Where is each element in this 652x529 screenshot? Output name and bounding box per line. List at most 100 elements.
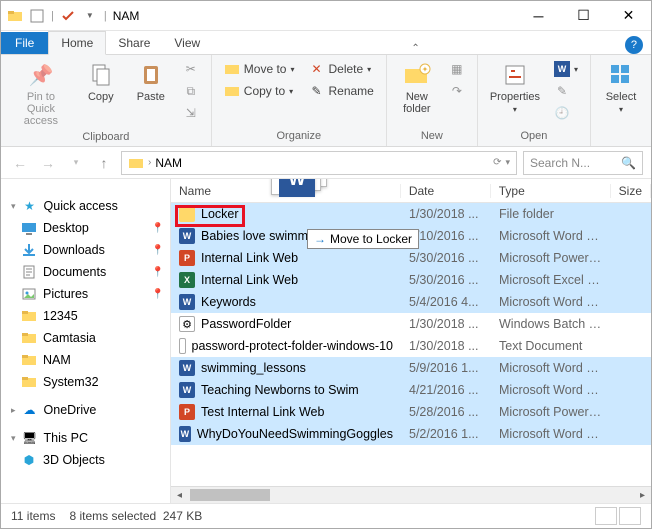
horizontal-scrollbar[interactable]: ◂ ▸ [171, 486, 651, 503]
delete-button[interactable]: ✕Delete▾ [304, 59, 377, 79]
label: New folder [403, 91, 431, 115]
maximize-button[interactable]: ☐ [561, 1, 606, 31]
qat-check[interactable] [60, 8, 76, 24]
easy-access-button[interactable]: ↷ [445, 81, 469, 101]
refresh-icon[interactable]: ⟳ [493, 157, 501, 168]
file-name: Internal Link Web [201, 251, 298, 265]
table-row[interactable]: WKeywords 5/4/2016 4... Microsoft Word D… [171, 291, 651, 313]
table-row[interactable]: XInternal Link Web 5/30/2016 ... Microso… [171, 269, 651, 291]
title-bar: | ▼ | NAM ─ ☐ ✕ [1, 1, 651, 31]
folder-icon [21, 330, 37, 346]
col-size[interactable]: Size [611, 184, 651, 198]
scroll-right-button[interactable]: ▸ [634, 487, 651, 503]
label: Rename [328, 84, 373, 98]
move-to-button[interactable]: Move to▾ [220, 59, 299, 79]
table-row[interactable]: WWhyDoYouNeedSwimmingGoggles 5/2/2016 1.… [171, 423, 651, 445]
table-row[interactable]: WTeaching Newborns to Swim 4/21/2016 ...… [171, 379, 651, 401]
cell-type: File folder [491, 207, 611, 221]
pin-icon: 📍 [152, 289, 164, 300]
cut-button[interactable]: ✂ [179, 59, 203, 79]
history-button[interactable]: 🕘 [550, 103, 582, 123]
sidebar-item[interactable]: Camtasia [1, 327, 170, 349]
label: Copy to [244, 84, 285, 98]
help-icon[interactable]: ? [625, 36, 643, 54]
table-row[interactable]: PTest Internal Link Web 5/28/2016 ... Mi… [171, 401, 651, 423]
select-button[interactable]: Select ▾ [599, 59, 643, 116]
open-extras: W▾ ✎ 🕘 [550, 59, 582, 123]
sidebar-item[interactable]: 12345 [1, 305, 170, 327]
placeholder: Search N... [530, 156, 590, 170]
large-icons-view-button[interactable] [619, 507, 641, 525]
pc-icon: 🖥 [22, 430, 38, 446]
properties-button[interactable]: Properties ▾ [486, 59, 544, 116]
sidebar-3d-objects[interactable]: ⬢ 3D Objects [1, 449, 170, 471]
up-button[interactable]: ↑ [93, 152, 115, 174]
sidebar-item[interactable]: Documents 📍 [1, 261, 170, 283]
file-name: Internal Link Web [201, 273, 298, 287]
forward-button[interactable]: → [37, 152, 59, 174]
table-row[interactable]: Locker 1/30/2018 ... File folder [171, 203, 651, 225]
group-select: Select ▾ [591, 55, 651, 146]
pin-icon: 📌 [27, 61, 55, 89]
rename-button[interactable]: ✎Rename [304, 81, 377, 101]
back-button[interactable]: ← [9, 152, 31, 174]
scroll-left-button[interactable]: ◂ [171, 487, 188, 503]
qat-item[interactable] [29, 8, 45, 24]
paste-shortcut-button[interactable]: ⇲ [179, 103, 203, 123]
sidebar-item[interactable]: NAM [1, 349, 170, 371]
table-row[interactable]: PInternal Link Web 5/30/2016 ... Microso… [171, 247, 651, 269]
close-button[interactable]: ✕ [606, 1, 651, 31]
sidebar-item[interactable]: Desktop📍 [1, 217, 170, 239]
tooltip-text: Move to Locker [330, 232, 412, 246]
new-item-button[interactable]: ▦ [445, 59, 469, 79]
sidebar-onedrive[interactable]: ▸ ☁ OneDrive [1, 399, 170, 421]
col-date[interactable]: Date [401, 184, 491, 198]
paste-button[interactable]: Paste [129, 59, 173, 105]
pin-to-quick-access-button[interactable]: 📌 Pin to Quick access [9, 59, 73, 129]
search-input[interactable]: Search N... 🔍 [523, 151, 643, 175]
tab-home[interactable]: Home [48, 31, 106, 55]
tab-view[interactable]: View [162, 32, 212, 54]
label: This PC [44, 431, 88, 445]
cell-date: 5/28/2016 ... [401, 405, 491, 419]
qat-dropdown[interactable]: ▼ [82, 8, 98, 24]
cell-date: 5/4/2016 4... [401, 295, 491, 309]
path-segment[interactable]: NAM [155, 156, 182, 170]
folder-icon [21, 374, 37, 390]
details-view-button[interactable] [595, 507, 617, 525]
ribbon-collapse-icon[interactable]: ⌃ [411, 43, 419, 54]
minimize-button[interactable]: ─ [516, 1, 561, 31]
group-open: Properties ▾ W▾ ✎ 🕘 Open [478, 55, 591, 146]
pin-icon: 📍 [152, 267, 164, 278]
group-label: Clipboard [9, 129, 203, 147]
label: Documents [43, 265, 106, 279]
sidebar-item[interactable]: Downloads📍 [1, 239, 170, 261]
cell-name: Wswimming_lessons [171, 360, 401, 376]
recent-button[interactable]: ▾ [65, 152, 87, 174]
sidebar-item[interactable]: Pictures📍 [1, 283, 170, 305]
label: 3D Objects [43, 453, 105, 467]
tab-file[interactable]: File [1, 32, 48, 54]
copy-path-button[interactable]: ⧉ [179, 81, 203, 101]
address-bar[interactable]: › NAM ⟳ ▾ [121, 151, 517, 175]
label: Select [606, 91, 637, 103]
table-row[interactable]: password-protect-folder-windows-10 1/30/… [171, 335, 651, 357]
sidebar-item[interactable]: System32 [1, 371, 170, 393]
col-type[interactable]: Type [491, 184, 611, 198]
scroll-track[interactable] [272, 487, 634, 503]
dropdown-icon[interactable]: ▾ [505, 157, 510, 168]
col-name[interactable]: Name [171, 184, 401, 198]
table-row[interactable]: Wswimming_lessons 5/9/2016 1... Microsof… [171, 357, 651, 379]
open-button[interactable]: W▾ [550, 59, 582, 79]
address-bar-row: ← → ▾ ↑ › NAM ⟳ ▾ Search N... 🔍 [1, 147, 651, 179]
copy-to-button[interactable]: Copy to▾ [220, 81, 299, 101]
table-row[interactable]: ⚙PasswordFolder 1/30/2018 ... Windows Ba… [171, 313, 651, 335]
sidebar-quick-access[interactable]: ▾ ★ Quick access [1, 195, 170, 217]
scroll-thumb[interactable] [190, 489, 270, 501]
sidebar-this-pc[interactable]: ▾ 🖥 This PC [1, 427, 170, 449]
folder-icon [21, 308, 37, 324]
new-folder-button[interactable]: ✦ New folder [395, 59, 439, 117]
tab-share[interactable]: Share [106, 32, 162, 54]
copy-button[interactable]: Copy [79, 59, 123, 105]
edit-button[interactable]: ✎ [550, 81, 582, 101]
